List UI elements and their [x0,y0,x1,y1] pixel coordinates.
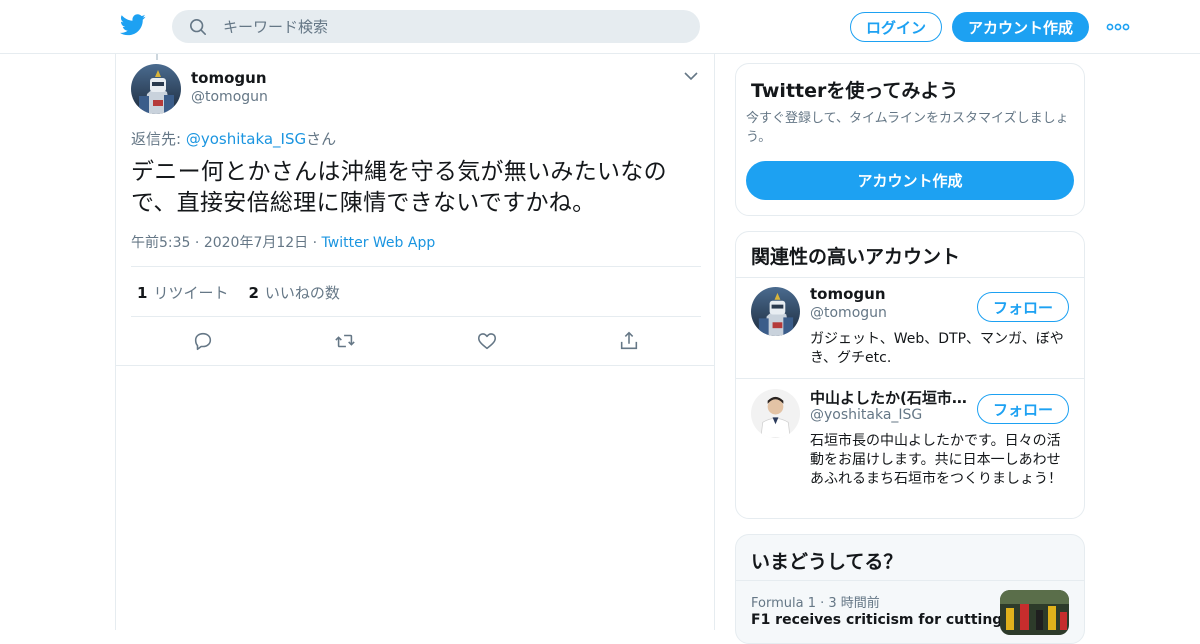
signup-card: Twitterを使ってみよう 今すぐ登録して、タイムラインをカスタマイズしましょ… [735,63,1085,216]
tweet-time[interactable]: 午前5:35 [131,235,190,251]
account-bio: 石垣市長の中山よしたかです。日々の活動をお届けします。共に日本一しあわせあふれる… [810,433,1062,487]
author-name[interactable]: tomogun [191,69,267,87]
reply-context: 返信先: @yoshitaka_ISGさん [131,128,336,149]
avatar[interactable] [751,389,800,438]
trend-thumbnail[interactable] [1000,590,1069,635]
reply-icon[interactable] [192,330,214,352]
divider [736,378,1084,379]
trends-card: いまどうしてる？ Formula 1 · 3 時間前 F1 receives c… [735,534,1085,644]
tweet-stats: 1 リツイート 2 いいねの数 [137,282,340,303]
tweet-column: tomogun @tomogun 返信先: @yoshitaka_ISGさん デ… [115,54,715,630]
search-icon [189,18,207,35]
signup-card-description: 今すぐ登録して、タイムラインをカスタマイズしましょう。 [746,111,1069,145]
twitter-logo-icon[interactable] [120,14,146,36]
create-account-button[interactable]: アカウント作成 [746,161,1074,200]
chevron-down-icon[interactable] [683,70,699,82]
trend-headline[interactable]: F1 receives criticism for cutting [751,612,1002,628]
tweet-text: デニー何とかさんは沖縄を守る気が無いみたいなので、直接安倍総理に陳情できないです… [131,159,667,216]
reply-mention-link[interactable]: @yoshitaka_ISG [186,130,306,148]
share-icon[interactable] [618,330,640,352]
account-name[interactable]: 中山よしたか(石垣市長) [810,387,970,408]
trend-category: Formula 1 [751,596,816,611]
follow-button[interactable]: フォロー [977,292,1069,322]
tweet-actions [131,326,701,356]
news-photo-image [1000,590,1069,635]
signup-card-title: Twitterを使ってみよう [751,80,959,102]
robot-avatar-image [751,287,800,336]
account-item[interactable]: tomogun @tomogun フォロー ガジェット、Web、DTP、マンガ、… [736,278,1084,378]
avatar[interactable] [751,287,800,336]
tweet-date[interactable]: 2020年7月12日 [204,235,308,251]
related-accounts-title: 関連性の高いアカウント [751,246,961,268]
top-bar: ログイン アカウント作成 [0,0,1200,54]
account-handle[interactable]: @tomogun [810,305,887,321]
search-input[interactable] [223,17,663,36]
tweet-source-app[interactable]: Twitter Web App [322,235,436,251]
divider [131,266,701,267]
trend-meta: Formula 1 · 3 時間前 [751,592,880,611]
reply-prefix: 返信先: [131,130,186,148]
divider [131,316,701,317]
search-bar[interactable] [172,10,700,43]
like-count: 2 [248,284,259,302]
related-accounts-card: 関連性の高いアカウント tomogun @tomogun フォロー ガジェット、… [735,231,1085,519]
meta-separator: · [194,235,204,251]
meta-separator: · [312,235,322,251]
account-handle[interactable]: @yoshitaka_ISG [810,407,922,423]
person-avatar-image [751,389,800,438]
trend-time: 3 時間前 [828,596,880,611]
like-stat[interactable]: 2 いいねの数 [248,282,339,303]
account-bio: ガジェット、Web、DTP、マンガ、ぼやき、グチetc. [810,331,1064,366]
author-handle[interactable]: @tomogun [191,89,268,105]
account-item[interactable]: 中山よしたか(石垣市長) @yoshitaka_ISG フォロー 石垣市長の中山… [736,380,1084,518]
avatar[interactable] [131,64,181,114]
more-options-icon[interactable] [1106,22,1130,32]
thread-connector [156,54,158,60]
tweet-metadata: 午前5:35 · 2020年7月12日 · Twitter Web App [131,232,435,252]
like-heart-icon[interactable] [476,330,498,352]
retweet-stat[interactable]: 1 リツイート [137,282,228,303]
follow-button[interactable]: フォロー [977,394,1069,424]
trends-title: いまどうしてる？ [751,551,903,573]
retweet-stat-label: リツイート [153,284,229,302]
divider [116,365,714,366]
retweet-count: 1 [137,284,148,302]
account-name[interactable]: tomogun [810,285,970,303]
divider [736,580,1084,581]
signup-button[interactable]: アカウント作成 [952,12,1089,42]
robot-avatar-image [131,64,181,114]
login-button[interactable]: ログイン [850,12,942,42]
like-stat-label: いいねの数 [264,284,340,302]
reply-suffix: さん [306,130,337,148]
retweet-icon[interactable] [334,330,356,352]
